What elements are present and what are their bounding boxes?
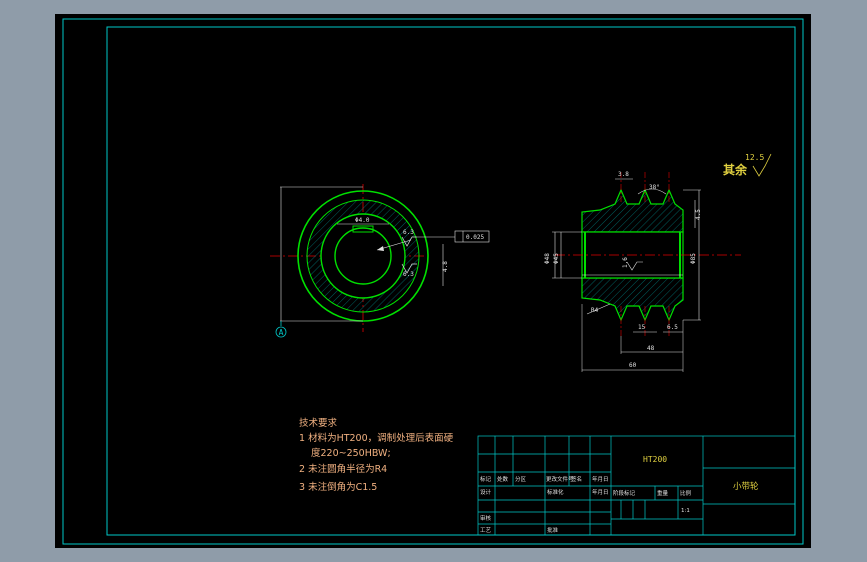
inner-dim-text: 1.6 [622,257,629,268]
tb-weight: 重量 [657,489,669,497]
body-upper [581,188,684,233]
tb-mark: 标记 [480,475,492,483]
tech-heading: 技术要求 [299,417,338,429]
surface-note-value: 12.5 [745,153,764,162]
left-dim-text-2: Φ45 [553,253,560,264]
tb-stage-mark: 阶段标记 [613,489,636,497]
tb-zone: 分区 [515,475,527,483]
right-dim-text: 4.5 [695,209,702,220]
bore-dim-text: Φ4.0 [355,217,370,224]
tb-ratio: 比例 [680,489,692,497]
tech-line-3: 2 未注圆角半径为R4 [299,463,387,475]
left-dim-text-1: Φ48 [544,253,551,264]
drawing-sheet: A Φ4.0 6.3 6.3 0.025 4.8 3.8 38° 4.5 Φ48… [62,18,804,545]
outer-frame [62,18,804,545]
tb-material: HT200 [643,455,667,464]
end-dim-text: 6.5 [667,324,678,331]
tb-reviewer: 审核 [480,514,492,522]
tb-scale-value: 1:1 [681,508,690,514]
tb-sign-2: 年月日 [592,488,609,496]
front-view: A Φ4.0 6.3 6.3 0.025 4.8 [270,184,490,338]
side-dim-text: 4.8 [442,261,449,272]
pitch-dim-text: 15 [638,324,646,331]
tb-standardization: 标准化 [547,488,564,496]
tb-date: 年月日 [592,475,609,483]
surface-note: 其余 12.5 [723,153,772,177]
drawing-canvas: A Φ4.0 6.3 6.3 0.025 4.8 3.8 38° 4.5 Φ48… [55,14,811,548]
tolerance-text: 0.025 [466,234,484,241]
tb-count: 处数 [497,475,509,483]
roughness-text-2: 6.3 [403,271,414,278]
bore-circle [334,227,392,285]
tb-change-doc: 更改文件号 [546,475,574,483]
groove-dim-text: 48 [647,345,655,352]
roughness-text-1: 6.3 [403,229,414,236]
tb-approve: 批准 [547,526,559,534]
tb-part-name: 小带轮 [733,481,759,492]
title-block-texts: 标记 处数 分区 更改文件号 签名 年月日 设计 标准化 年月日 阶段标记 重量… [480,475,692,534]
od-dim-text: Φ85 [690,253,697,264]
datum-label: A [279,328,284,337]
length-dim-text: 60 [629,362,637,369]
tb-designer: 设计 [480,488,492,496]
tech-line-4: 3 未注倒角为C1.5 [299,481,377,493]
surface-note-label: 其余 [723,162,748,177]
section-view: 3.8 38° 4.5 Φ48 Φ45 Φ85 1.6 15 6.5 48 60… [544,171,741,372]
tb-process: 工艺 [480,527,492,534]
tech-requirements: 技术要求 1 材料为HT200，调制处理后表面硬 度220~250HBW; 2 … [299,417,454,493]
fillet-text: R4 [591,307,599,314]
top-dim-text: 3.8 [618,171,629,178]
tech-line-1: 1 材料为HT200，调制处理后表面硬 [299,432,454,444]
tech-line-2: 度220~250HBW; [311,447,391,459]
inner-frame [106,26,796,536]
tb-signature: 签名 [571,475,582,483]
